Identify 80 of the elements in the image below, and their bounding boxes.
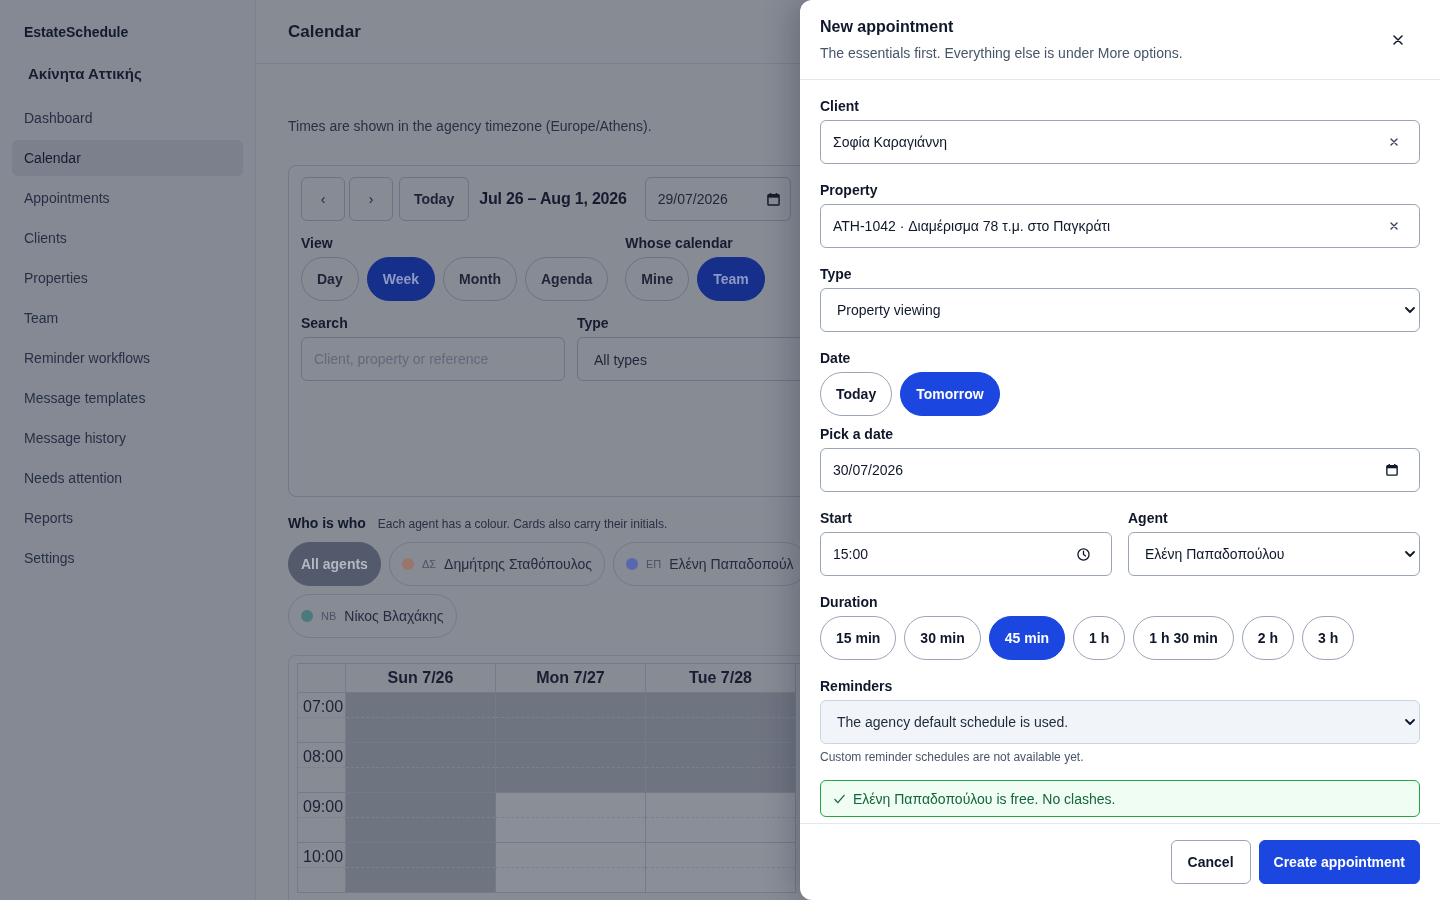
client-field[interactable]: Σοφία Καραγιάννη: [820, 120, 1420, 164]
field-label: Reminders: [820, 677, 894, 696]
duration-option[interactable]: 30 min: [904, 616, 981, 660]
legend-note: Each agent has a colour. Cards also carry their initials.: [377, 517, 668, 531]
time-slot[interactable]: [346, 693, 496, 743]
field-label: Duration: [820, 593, 879, 612]
sidebar-item[interactable]: Appointments: [12, 180, 243, 216]
view-tab[interactable]: Week: [366, 257, 435, 301]
sidebar-item[interactable]: Calendar: [12, 140, 243, 176]
field-label: Property: [820, 181, 879, 200]
app-name: EstateSchedule: [23, 23, 130, 42]
drawer-title: New appointment: [820, 16, 955, 37]
date-option[interactable]: Tomorrow: [900, 372, 1000, 416]
sidebar-item[interactable]: Dashboard: [12, 100, 243, 136]
time-slot[interactable]: [496, 743, 646, 793]
search-label: Search: [301, 314, 349, 333]
previous-button[interactable]: ‹: [301, 177, 345, 221]
start-time-field[interactable]: 15:00: [820, 532, 1112, 576]
chevron-down-icon[interactable]: [1405, 551, 1415, 557]
property-field[interactable]: ATH-1042 · Διαμέρισμα 78 τ.μ. στο Παγκράτι: [820, 204, 1420, 248]
sidebar-item[interactable]: Team: [12, 300, 243, 336]
time-slot[interactable]: [646, 793, 796, 843]
sidebar-item[interactable]: Message history: [12, 420, 243, 456]
field-label: Type: [820, 265, 853, 284]
page-title: Calendar: [288, 21, 361, 42]
agent-chip[interactable]: All agents: [288, 542, 381, 586]
availability-message: Ελένη Παπαδοπούλου is free. No clashes.: [853, 790, 1116, 807]
time-slot[interactable]: [646, 693, 796, 743]
agent-select[interactable]: Ελένη Παπαδοπούλου: [1128, 532, 1420, 576]
sidebar-item[interactable]: Clients: [12, 220, 243, 256]
timezone-note: Times are shown in the agency timezone (Europe/Athens).: [288, 117, 653, 136]
calendar-owner-tab[interactable]: Team: [697, 257, 765, 301]
duration-option[interactable]: 2 h: [1241, 616, 1294, 660]
duration-option[interactable]: 45 min: [988, 616, 1066, 660]
field-label: Start: [820, 509, 853, 528]
clear-icon[interactable]: [1390, 222, 1398, 230]
time-slot[interactable]: [646, 843, 796, 893]
time-slot[interactable]: [646, 743, 796, 793]
time-slot[interactable]: [496, 793, 646, 843]
legend-title: Who is who: [288, 515, 366, 531]
sidebar-item[interactable]: Properties: [12, 260, 243, 296]
duration-option[interactable]: 3 h: [1302, 616, 1355, 660]
create-button[interactable]: Create appointment: [1258, 840, 1420, 884]
whose-calendar-label: Whose calendar: [625, 234, 734, 253]
sidebar-item[interactable]: Reminder workflows: [12, 340, 243, 376]
next-button[interactable]: ›: [349, 177, 393, 221]
field-label: Agent: [1128, 509, 1169, 528]
reminders-hint: Custom reminder schedules are not available yet.: [820, 749, 1085, 765]
type-select[interactable]: Property viewing: [820, 288, 1420, 332]
field-label: Client: [820, 97, 860, 116]
close-icon[interactable]: [1393, 34, 1403, 45]
duration-option[interactable]: 15 min: [820, 616, 897, 660]
field-label: Pick a date: [820, 425, 895, 444]
time-slot[interactable]: [346, 793, 496, 843]
sidebar-item[interactable]: Message templates: [12, 380, 243, 416]
today-button[interactable]: Today: [399, 177, 470, 221]
time-slot[interactable]: [496, 843, 646, 893]
field-label: Date: [820, 349, 852, 368]
time-slot[interactable]: [496, 693, 646, 743]
sidebar-item[interactable]: Settings: [12, 540, 243, 576]
date-option[interactable]: Today: [820, 372, 893, 416]
duration-option[interactable]: 1 h: [1073, 616, 1126, 660]
duration-option[interactable]: 1 h 30 min: [1133, 616, 1234, 660]
time-slot[interactable]: [346, 743, 496, 793]
calendar-icon[interactable]: [1386, 464, 1398, 476]
time-slot[interactable]: [346, 843, 496, 893]
date-range: Jul 26 – Aug 1, 2026: [479, 190, 627, 208]
chevron-down-icon[interactable]: [1405, 307, 1415, 313]
check-icon: [834, 793, 845, 804]
date-field[interactable]: 29/07/2026: [644, 177, 791, 221]
clear-icon[interactable]: [1390, 138, 1398, 146]
date-field[interactable]: 30/07/2026: [820, 448, 1420, 492]
view-label: View: [301, 234, 334, 253]
agency-name: Ακίνητα Αττικής: [27, 64, 143, 84]
type-label: Type: [577, 314, 610, 333]
clock-icon[interactable]: [1077, 547, 1090, 561]
sidebar-item[interactable]: Needs attention: [12, 460, 243, 496]
sidebar-item[interactable]: Reports: [12, 500, 243, 536]
cancel-button[interactable]: Cancel: [1170, 840, 1251, 884]
drawer-subtitle: The essentials first. Everything else is under More options.: [820, 43, 1183, 63]
